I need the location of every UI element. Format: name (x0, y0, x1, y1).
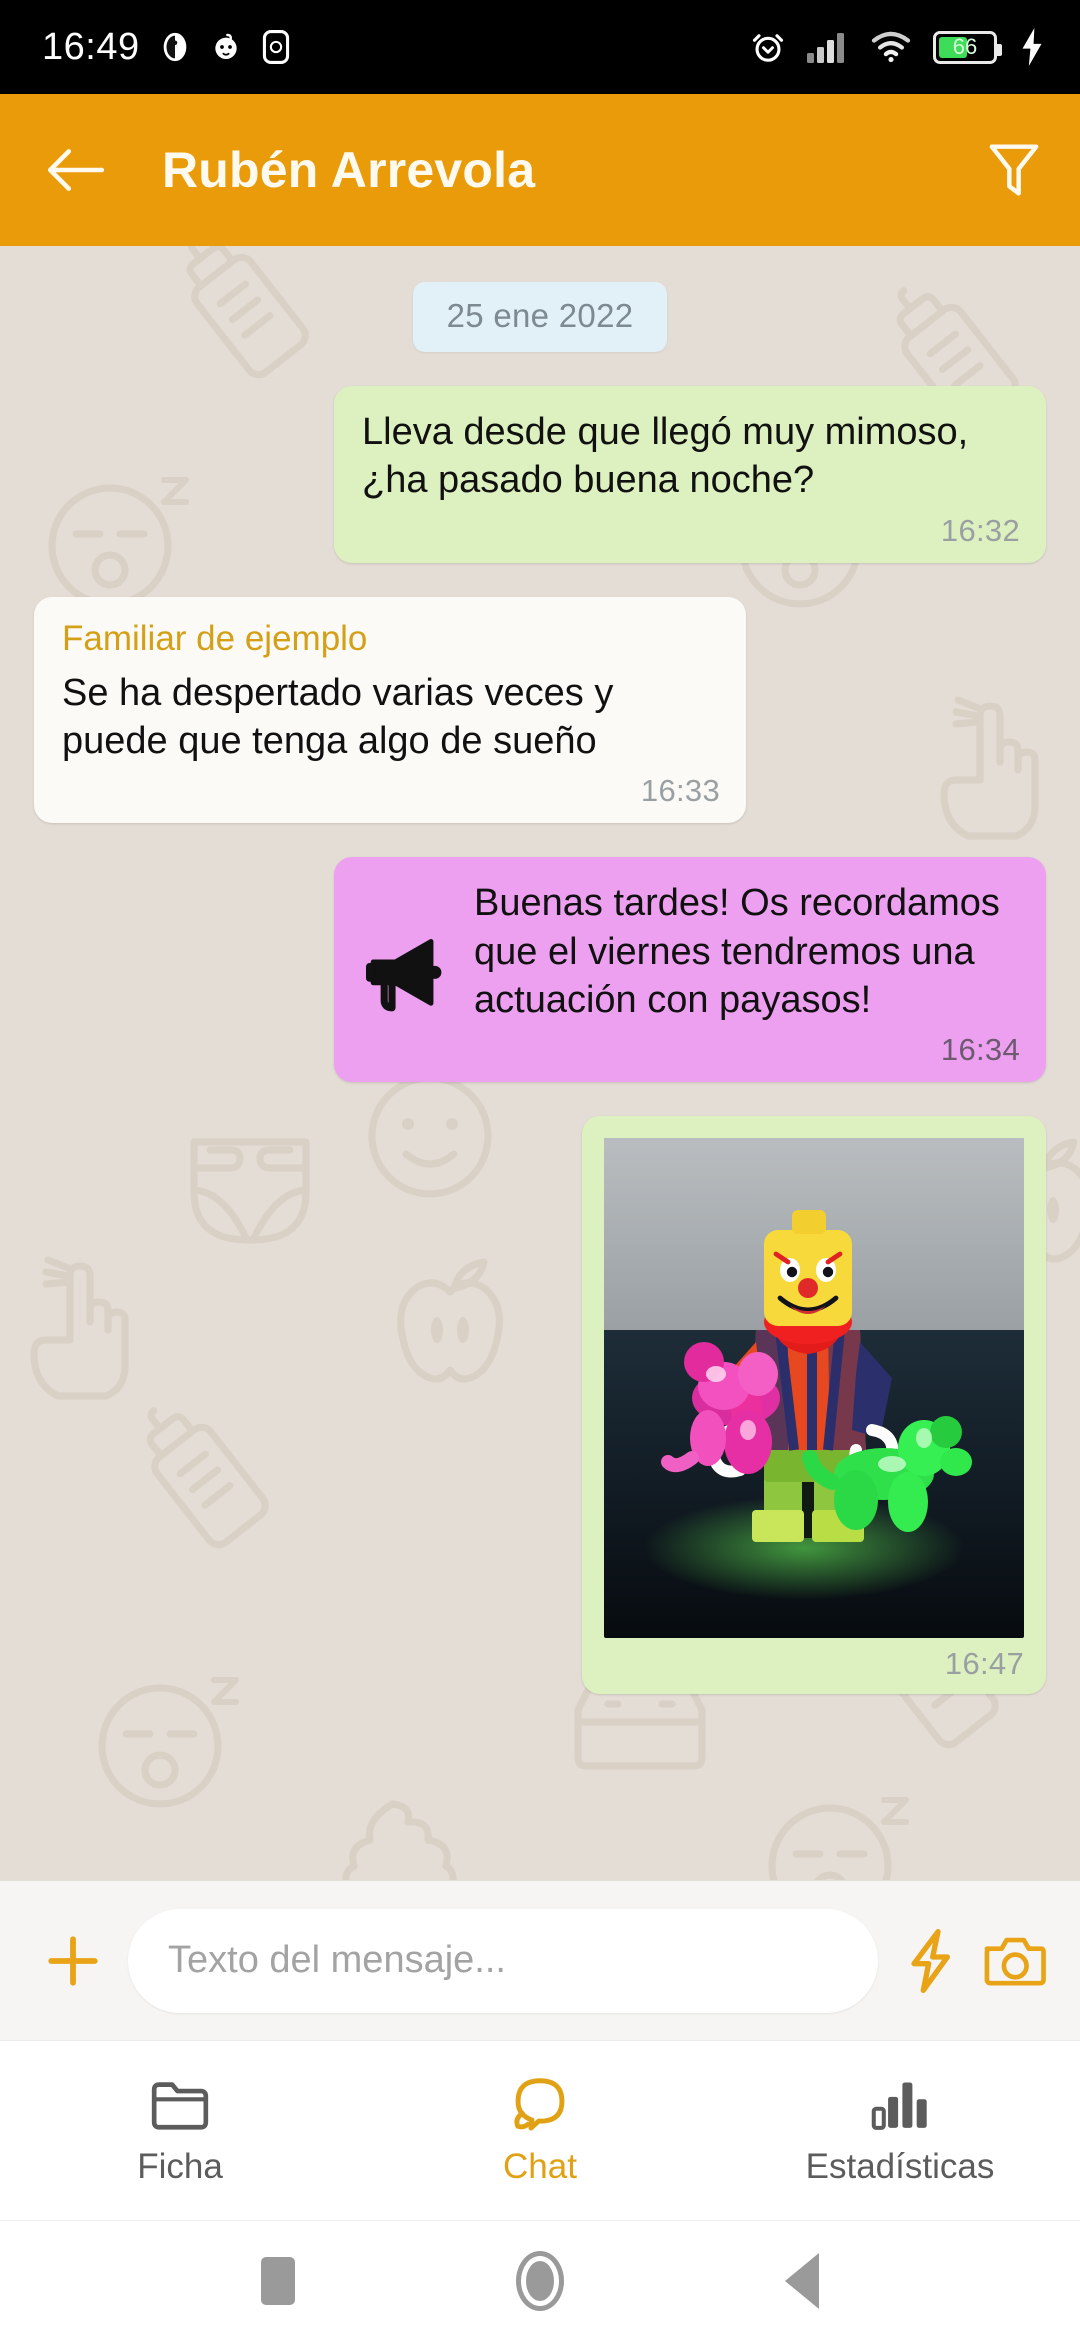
nav-tab-chat[interactable]: Chat (360, 2041, 720, 2220)
app-badge-icon (262, 30, 289, 64)
date-separator-row: 25 ene 2022 (34, 282, 1046, 352)
app-header: Rubén Arrevola (0, 94, 1080, 246)
message-timestamp: 16:32 (940, 512, 1020, 548)
lightning-bolt-icon[interactable] (904, 1928, 956, 1993)
circle-home-icon[interactable] (515, 2250, 564, 2311)
nav-tab-estadisticas[interactable]: Estadísticas (720, 2041, 1080, 2220)
message-text: Lleva desde que llegó muy mimoso, ¿ha pa… (362, 411, 969, 502)
message-timestamp: 16:33 (640, 773, 720, 809)
alarm-icon (752, 34, 784, 62)
folder-icon (151, 2081, 209, 2130)
back-arrow-icon[interactable] (44, 145, 106, 195)
status-clock: 16:49 (42, 26, 140, 68)
nav-label-ficha: Ficha (137, 2146, 223, 2186)
message-sender-name: Familiar de ejemplo (62, 618, 368, 658)
message-timestamp: 16:34 (940, 1032, 1020, 1067)
message-row-outgoing[interactable]: Lleva desde que llegó muy mimoso, ¿ha pa… (34, 386, 1046, 563)
plus-icon[interactable] (44, 1932, 102, 1990)
message-input-placeholder: Texto del mensaje... (168, 1939, 506, 1981)
bottom-navigation: Ficha Chat Estadísticas (0, 2040, 1080, 2220)
signal-icon (807, 33, 844, 63)
filter-funnel-icon[interactable] (986, 139, 1042, 201)
clock-face-icon (163, 32, 186, 62)
nav-label-estadisticas: Estadísticas (805, 2146, 995, 2186)
charging-bolt-icon (1022, 28, 1042, 66)
baby-face-icon (214, 33, 237, 59)
message-photo[interactable] (604, 1138, 1024, 1638)
battery-percent-label: 66 (952, 34, 978, 59)
message-timestamp: 16:47 (944, 1646, 1024, 1681)
message-row-image[interactable]: 16:47 (34, 1116, 1046, 1694)
message-bubble-image[interactable]: 16:47 (582, 1116, 1046, 1694)
message-row-announcement[interactable]: Buenas tardes! Os recordamos que el vier… (34, 857, 1046, 1082)
page-title: Rubén Arrevola (162, 142, 536, 198)
message-bubble-text[interactable]: Lleva desde que llegó muy mimoso, ¿ha pa… (334, 386, 1046, 563)
date-separator: 25 ene 2022 (412, 282, 668, 352)
message-bubble-text[interactable]: Familiar de ejemplo Se ha despertado var… (34, 596, 746, 824)
status-bar-left: 16:49 (42, 28, 292, 66)
chat-area[interactable]: 25 ene 2022 Lleva desde que llegó muy mi… (0, 246, 1080, 1880)
message-input[interactable]: Texto del mensaje... (128, 1908, 878, 2013)
camera-icon[interactable] (982, 1932, 1046, 1990)
message-list: 25 ene 2022 Lleva desde que llegó muy mi… (34, 282, 1046, 1694)
message-bubble-announcement[interactable]: Buenas tardes! Os recordamos que el vier… (334, 857, 1046, 1082)
bar-chart-icon (871, 2082, 927, 2130)
nav-tab-ficha[interactable]: Ficha (0, 2041, 360, 2220)
message-text: Buenas tardes! Os recordamos que el vier… (474, 882, 1000, 1021)
chat-bubble-icon (514, 2077, 565, 2130)
status-bar: 16:49 66 (0, 0, 1080, 94)
status-bar-right: 66 (750, 28, 1046, 66)
square-recents-icon[interactable] (260, 2256, 295, 2305)
message-composer: Texto del mensaje... (0, 1880, 1080, 2040)
megaphone-icon (366, 938, 442, 1011)
wifi-icon (871, 31, 911, 63)
battery-icon: 66 (933, 30, 1002, 64)
nav-label-chat: Chat (503, 2146, 577, 2186)
message-row-incoming[interactable]: Familiar de ejemplo Se ha despertado var… (34, 596, 1046, 824)
phone-screen: 16:49 66 Rubén Arrevola 25 ene 2022 Llev… (0, 0, 1080, 2340)
system-navigation-bar (0, 2220, 1080, 2340)
message-text: Se ha despertado varias veces y puede qu… (62, 671, 614, 762)
triangle-back-icon[interactable] (785, 2252, 820, 2309)
